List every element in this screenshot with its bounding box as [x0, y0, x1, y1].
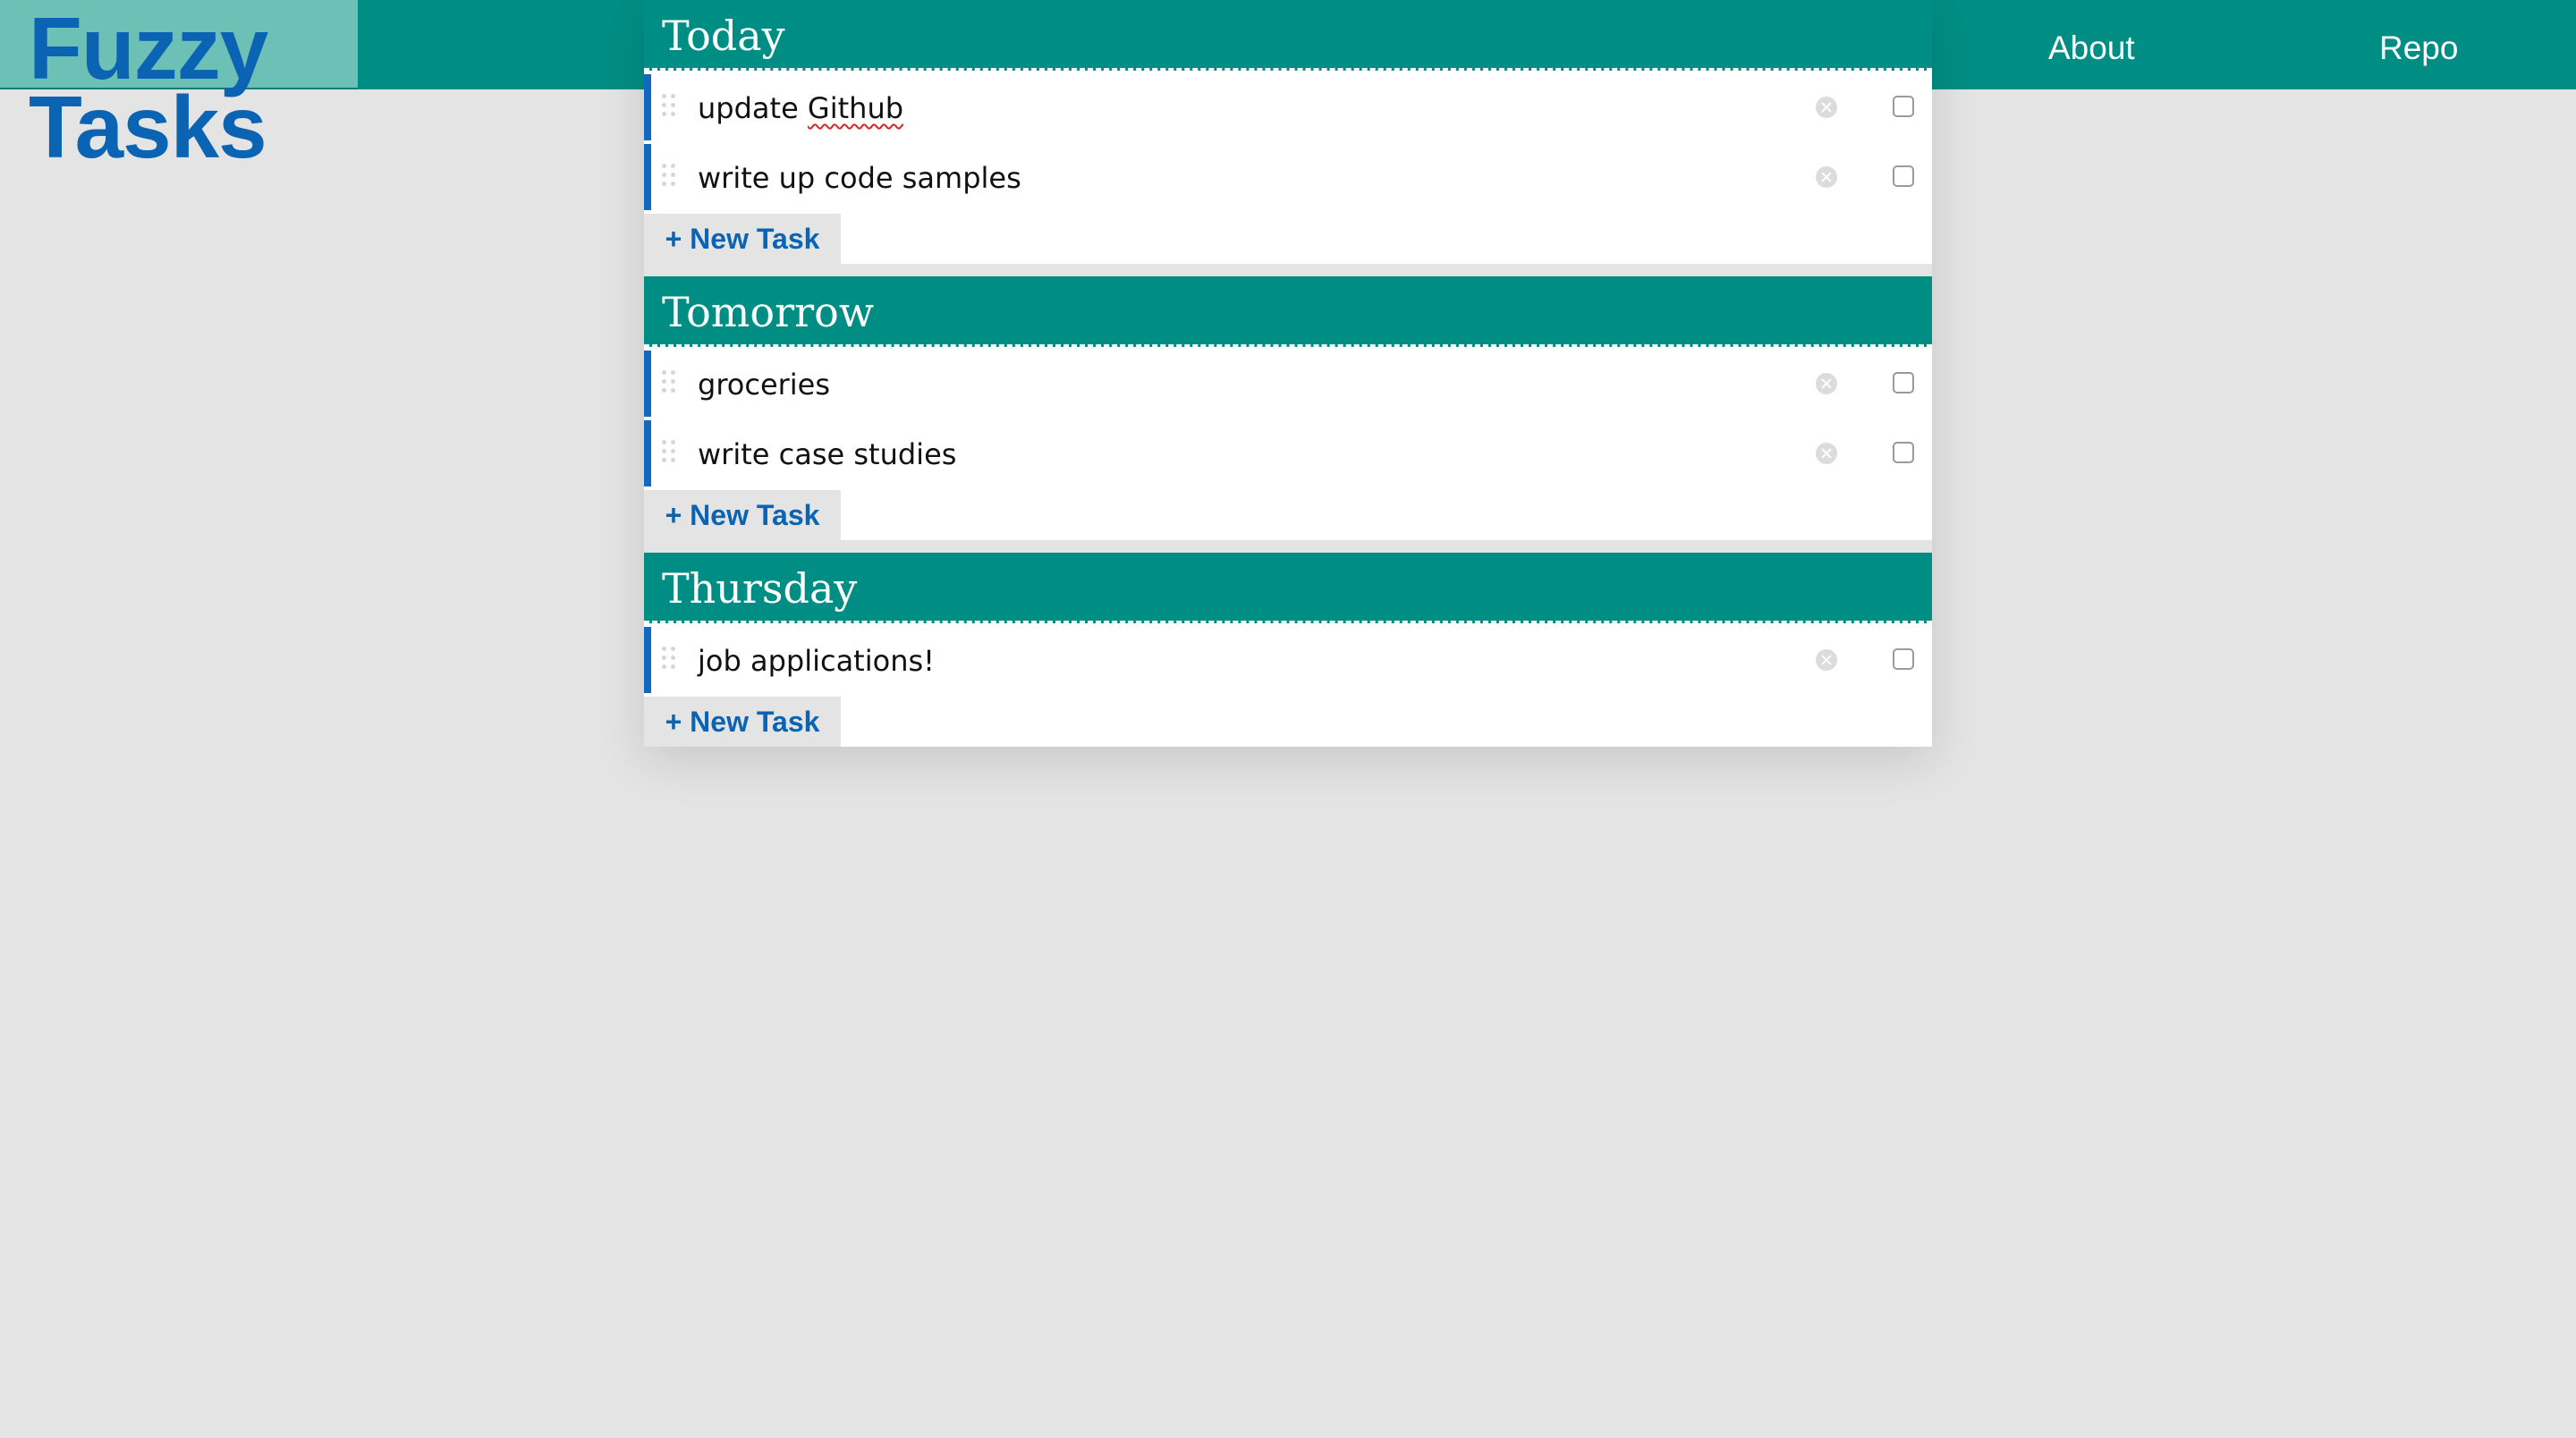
drag-handle-icon[interactable] [662, 94, 680, 121]
task-board: Today update Github write up code sample… [644, 0, 1932, 747]
delete-task-icon[interactable] [1816, 443, 1837, 464]
nav-link-repo[interactable]: Repo [2379, 29, 2458, 68]
drag-handle-icon[interactable] [662, 164, 680, 190]
day-footer: + New Task [644, 693, 1932, 747]
day-title: Tomorrow [662, 288, 875, 336]
task-label[interactable]: write up code samples [698, 160, 1021, 196]
task-complete-checkbox[interactable] [1893, 165, 1914, 187]
day-footer: + New Task [644, 486, 1932, 540]
day-column-thursday: Thursday job applications! + New Task [644, 553, 1932, 747]
task-item[interactable]: job applications! [644, 627, 1932, 693]
logo-line-2: Tasks [29, 78, 267, 176]
drag-handle-icon[interactable] [662, 440, 680, 467]
day-header: Thursday [644, 553, 1932, 623]
day-column-today: Today update Github write up code sample… [644, 0, 1932, 264]
drag-handle-icon[interactable] [662, 647, 680, 673]
logo-line-1: Fuzzy [29, 0, 268, 97]
delete-task-icon[interactable] [1816, 373, 1837, 394]
task-item[interactable]: groceries [644, 351, 1932, 417]
task-label[interactable]: groceries [698, 367, 830, 402]
task-complete-checkbox[interactable] [1893, 442, 1914, 463]
nav-link-about[interactable]: About [2048, 29, 2135, 68]
logo[interactable]: Fuzzy Tasks [29, 0, 268, 176]
day-title: Today [662, 12, 785, 60]
task-item[interactable]: write case studies [644, 420, 1932, 486]
delete-task-icon[interactable] [1816, 97, 1837, 118]
task-label-text: update [698, 91, 808, 125]
task-item[interactable]: write up code samples [644, 144, 1932, 210]
day-header: Today [644, 0, 1932, 71]
new-task-button[interactable]: + New Task [644, 490, 841, 540]
delete-task-icon[interactable] [1816, 166, 1837, 188]
day-title: Thursday [662, 564, 858, 613]
task-label[interactable]: write case studies [698, 436, 956, 472]
task-complete-checkbox[interactable] [1893, 648, 1914, 670]
new-task-button[interactable]: + New Task [644, 214, 841, 264]
logo-box[interactable]: Fuzzy Tasks [0, 0, 358, 171]
day-header: Tomorrow [644, 276, 1932, 347]
task-label[interactable]: job applications! [698, 643, 935, 679]
misspelled-word: Github [807, 91, 904, 125]
new-task-button[interactable]: + New Task [644, 697, 841, 747]
day-footer: + New Task [644, 210, 1932, 264]
task-complete-checkbox[interactable] [1893, 372, 1914, 393]
task-label[interactable]: update Github [698, 90, 903, 126]
delete-task-icon[interactable] [1816, 649, 1837, 671]
drag-handle-icon[interactable] [662, 370, 680, 397]
task-complete-checkbox[interactable] [1893, 96, 1914, 117]
task-item[interactable]: update Github [644, 74, 1932, 140]
day-column-tomorrow: Tomorrow groceries write case studies + … [644, 276, 1932, 540]
